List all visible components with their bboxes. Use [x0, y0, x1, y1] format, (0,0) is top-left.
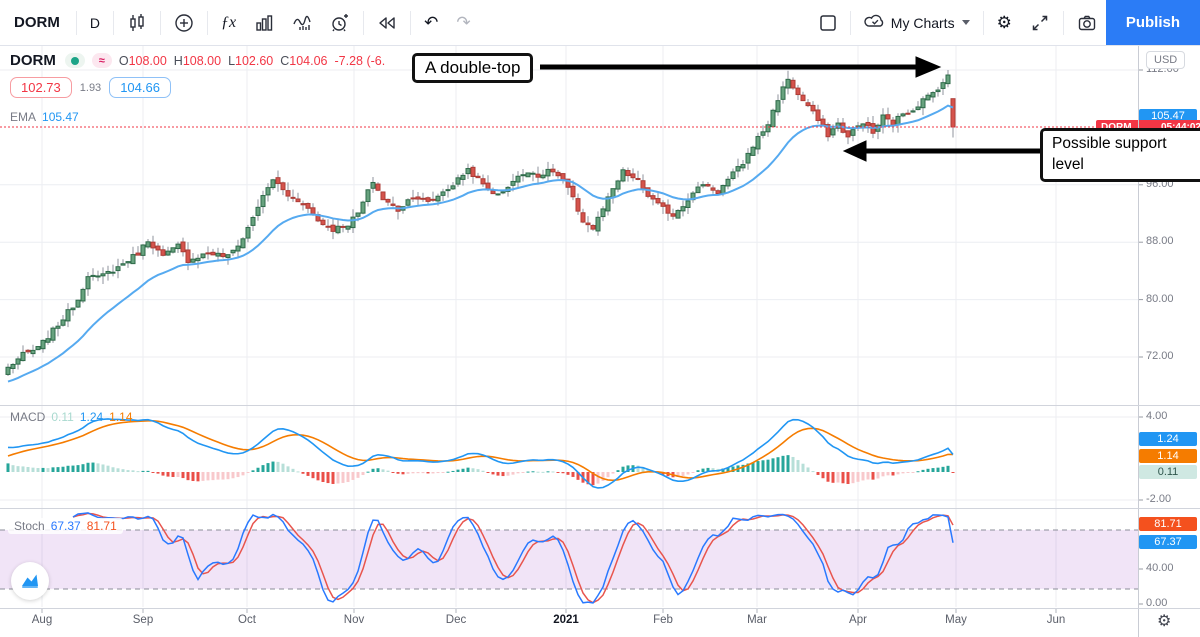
toolbar-separator: [160, 11, 161, 35]
stoch-d-value: 81.71: [87, 519, 117, 533]
high-label: H: [174, 54, 183, 68]
ask-button[interactable]: 104.66: [109, 77, 171, 98]
trading-chart-app: 112.0096.0088.0080.0072.004.00-2.0040.00…: [0, 0, 1200, 637]
change-value: -7.28 (-6.: [335, 54, 386, 68]
my-charts-button[interactable]: My Charts: [855, 8, 979, 37]
approx-data-icon[interactable]: ≈: [92, 53, 112, 68]
indicators-fx-icon[interactable]: ƒx: [212, 10, 245, 36]
symbol-legend: DORM ≈ O108.00 H108.00 L102.60 C104.06 -…: [10, 52, 385, 69]
macd-line-value: 1.24: [80, 410, 103, 424]
pane-divider[interactable]: [0, 508, 1200, 509]
cloud-check-icon: [864, 12, 886, 33]
chart-canvas[interactable]: [0, 0, 1200, 637]
macd-signal-value: 1.14: [109, 410, 132, 424]
ema-label: EMA: [10, 110, 36, 124]
candlestick-series: [6, 75, 955, 374]
time-axis-border: [0, 608, 1200, 609]
support-annotation-line2: level: [1052, 155, 1200, 176]
toolbar-separator: [983, 11, 984, 35]
camera-snapshot-icon[interactable]: [1068, 9, 1106, 37]
settings-gear-icon[interactable]: ⚙: [988, 10, 1021, 35]
close-value: 104.06: [289, 54, 327, 68]
support-level-annotation[interactable]: Possible support level: [1040, 128, 1200, 182]
toolbar-separator: [410, 11, 411, 35]
indicator-templates-icon[interactable]: [245, 9, 283, 37]
forecast-wave-icon[interactable]: [283, 9, 321, 37]
tradingview-watermark-logo[interactable]: [11, 562, 49, 600]
candle-wicks: [8, 70, 953, 376]
layout-icon[interactable]: [810, 10, 846, 36]
toolbar-left-group: DORM D ƒx: [0, 0, 480, 45]
macd-label: MACD: [10, 410, 45, 424]
low-label: L: [228, 54, 235, 68]
gridlines: [0, 46, 1138, 607]
quote-row: 102.73 1.93 104.66: [10, 77, 171, 98]
close-label: C: [280, 54, 289, 68]
toolbar-separator: [207, 11, 208, 35]
open-label: O: [119, 54, 129, 68]
macd-line: [8, 419, 953, 488]
toolbar-separator: [363, 11, 364, 35]
bid-button[interactable]: 102.73: [10, 77, 72, 98]
pane-divider[interactable]: [0, 405, 1200, 406]
double-top-annotation[interactable]: A double-top: [412, 53, 533, 83]
toolbar-separator: [113, 11, 114, 35]
replay-rewind-icon[interactable]: [368, 9, 406, 37]
ema-value: 105.47: [42, 110, 79, 124]
toolbar-right-group: My Charts ⚙ Publish: [810, 0, 1200, 45]
toolbar-separator: [76, 11, 77, 35]
market-status-dot[interactable]: [65, 53, 85, 68]
macd-hist-value: 0.11: [51, 410, 73, 424]
interval-button[interactable]: D: [81, 11, 109, 35]
spread-value: 1.93: [80, 82, 101, 94]
symbol-button[interactable]: DORM: [6, 10, 72, 35]
open-value: 108.00: [129, 54, 167, 68]
stoch-label: Stoch: [14, 519, 45, 533]
macd-signal-line: [8, 421, 953, 480]
publish-button[interactable]: Publish: [1106, 0, 1200, 45]
compare-plus-icon[interactable]: [165, 9, 203, 37]
ema-legend: EMA 105.47: [10, 110, 79, 124]
stoch-k-value: 67.37: [51, 519, 81, 533]
stoch-band: [0, 530, 1138, 589]
fullscreen-icon[interactable]: [1021, 9, 1059, 37]
high-value: 108.00: [183, 54, 221, 68]
my-charts-label: My Charts: [891, 15, 955, 31]
toolbar-separator: [850, 11, 851, 35]
macd-histogram: [7, 455, 955, 485]
candles-style-icon[interactable]: [118, 9, 156, 37]
currency-toggle[interactable]: USD: [1146, 51, 1185, 69]
stoch-legend: Stoch 67.37 81.71: [8, 518, 123, 534]
green-dot-icon: [71, 57, 79, 65]
alert-clock-icon[interactable]: [321, 9, 359, 37]
axis-settings-gear-icon[interactable]: ⚙: [1157, 611, 1171, 631]
redo-icon[interactable]: ↷: [447, 10, 479, 35]
macd-legend: MACD 0.11 1.24 1.14: [10, 410, 133, 424]
support-annotation-line1: Possible support: [1052, 134, 1200, 155]
top-toolbar: DORM D ƒx: [0, 0, 1200, 46]
legend-symbol: DORM: [10, 52, 56, 69]
chevron-down-icon: [962, 20, 970, 25]
low-value: 102.60: [235, 54, 273, 68]
undo-icon[interactable]: ↶: [415, 10, 447, 35]
toolbar-separator: [1063, 11, 1064, 35]
